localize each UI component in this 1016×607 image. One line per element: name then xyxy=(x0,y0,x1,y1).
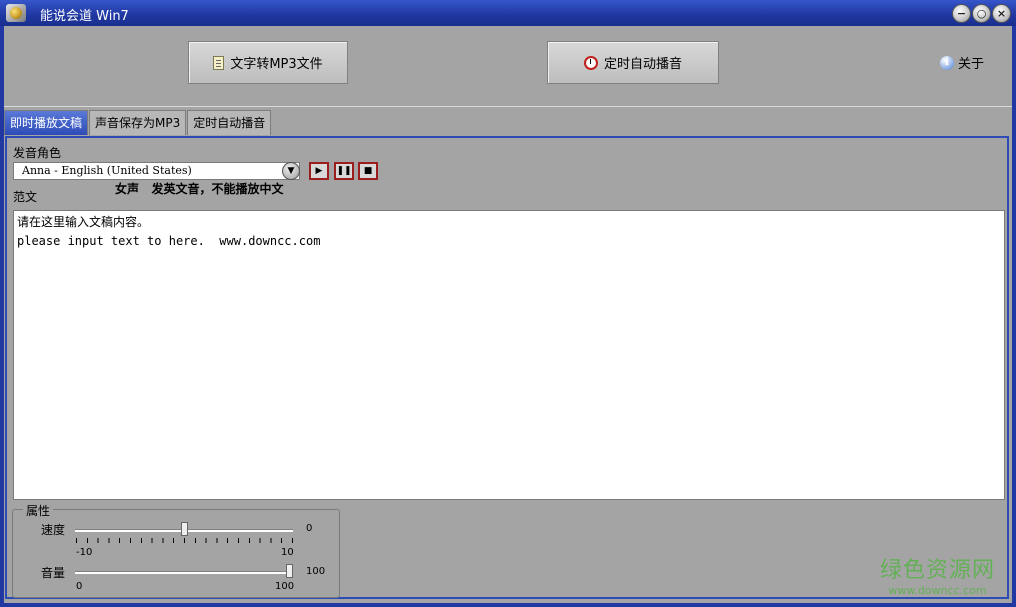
title-bar[interactable]: 能说会道 Win7 − ○ × xyxy=(0,0,1016,26)
voice-label: 发音角色 xyxy=(13,146,62,160)
app-window: 能说会道 Win7 − ○ × 文字转MP3文件 定时自动播音 i 关于 即时播… xyxy=(0,0,1016,607)
stop-button[interactable]: ■ xyxy=(358,162,378,180)
tab-save-mp3[interactable]: 声音保存为MP3 xyxy=(89,110,187,135)
about-label: 关于 xyxy=(958,57,985,72)
speed-label: 速度 xyxy=(41,523,66,537)
volume-label: 音量 xyxy=(41,566,66,580)
minimize-button[interactable]: − xyxy=(952,4,971,23)
volume-value: 100 xyxy=(306,566,326,577)
tab-instant-play[interactable]: 即时播放文稿 xyxy=(4,110,89,135)
volume-min-label: 0 xyxy=(76,581,83,592)
app-icon[interactable] xyxy=(6,4,26,22)
tab-panel: 发音角色 Anna - English (United States) ▼ ▶ … xyxy=(5,136,1009,599)
close-button[interactable]: × xyxy=(992,4,1011,23)
about-link[interactable]: i 关于 xyxy=(940,53,984,72)
tab-bar: 即时播放文稿 声音保存为MP3 定时自动播音 xyxy=(4,110,272,136)
scheduled-play-label: 定时自动播音 xyxy=(603,57,682,72)
voice-select[interactable]: Anna - English (United States) ▼ xyxy=(13,162,300,180)
volume-slider-thumb[interactable] xyxy=(286,564,293,578)
text-to-mp3-button[interactable]: 文字转MP3文件 xyxy=(188,41,348,84)
watermark-url: www.downcc.com xyxy=(888,584,987,597)
info-icon: i xyxy=(940,55,954,70)
speed-max-label: 10 xyxy=(281,547,294,558)
scheduled-play-button[interactable]: 定时自动播音 xyxy=(547,41,719,84)
speed-value: 0 xyxy=(306,523,313,534)
maximize-button[interactable]: ○ xyxy=(972,4,991,23)
speed-slider-thumb[interactable] xyxy=(180,522,188,536)
speed-min-label: -10 xyxy=(76,547,93,558)
pause-button[interactable]: ❚❚ xyxy=(334,162,354,180)
tab-scheduled-play[interactable]: 定时自动播音 xyxy=(187,110,272,135)
watermark: 绿色资源网 www.downcc.com xyxy=(880,552,995,597)
volume-slider-track[interactable] xyxy=(75,571,293,574)
chevron-down-icon[interactable]: ▼ xyxy=(282,162,300,180)
toolbar: 文字转MP3文件 定时自动播音 i 关于 xyxy=(4,26,1012,107)
text-to-mp3-label: 文字转MP3文件 xyxy=(230,57,323,72)
client-area: 文字转MP3文件 定时自动播音 i 关于 即时播放文稿 声音保存为MP3 定时自… xyxy=(4,26,1012,603)
speed-ticks xyxy=(76,538,294,543)
properties-group: 属性 速度 0 -10 10 音量 100 0 100 xyxy=(12,502,340,598)
text-input-area[interactable]: 请在这里输入文稿内容。 please input text to here. w… xyxy=(13,210,1005,500)
voice-selected-value: Anna - English (United States) xyxy=(22,164,192,177)
alarm-clock-icon xyxy=(583,55,598,70)
voice-description: 女声 发英文音，不能播放中文 xyxy=(115,182,284,196)
text-label: 范文 xyxy=(13,190,38,204)
window-title: 能说会道 Win7 xyxy=(40,9,129,24)
properties-title: 属性 xyxy=(23,502,54,519)
document-icon xyxy=(213,55,225,70)
volume-max-label: 100 xyxy=(275,581,295,592)
watermark-title: 绿色资源网 xyxy=(880,558,996,583)
play-button[interactable]: ▶ xyxy=(309,162,329,180)
